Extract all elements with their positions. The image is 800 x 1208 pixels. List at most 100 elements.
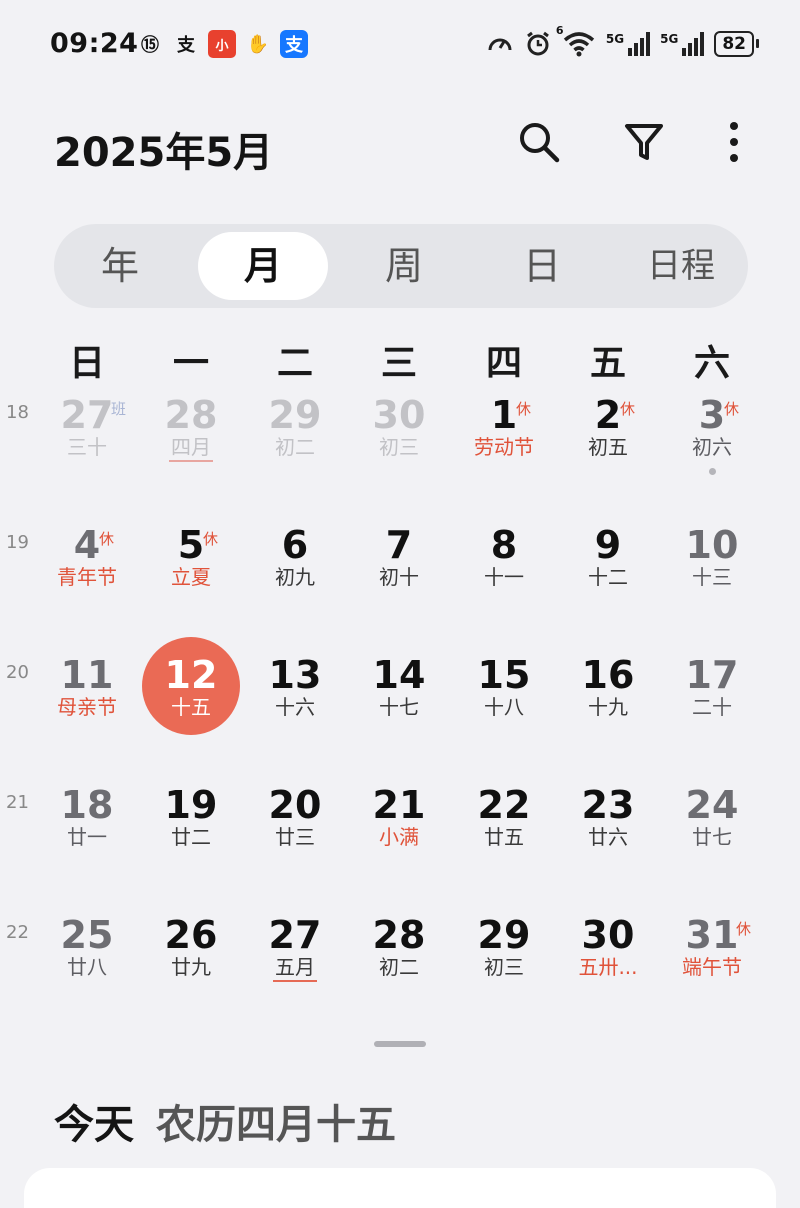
day-number: 5 [177, 523, 205, 567]
day-cell[interactable]: 30 初三 [349, 392, 449, 502]
day-cell[interactable]: 8 十一 [454, 522, 554, 632]
day-cell[interactable]: 28 初二 [349, 912, 449, 1022]
lunar-date: 初三 [379, 435, 419, 459]
tab-week[interactable]: 周 [352, 232, 456, 300]
weekday-label: 四 [485, 343, 522, 384]
day-cell[interactable]: 25 廿八 [37, 912, 137, 1022]
festival-label: 母亲节 [57, 695, 117, 719]
signal-1: 5G [606, 32, 651, 56]
day-number: 10 [685, 523, 739, 567]
day-cell[interactable]: 17 二十 [662, 652, 762, 762]
weekday-label: 五 [589, 343, 626, 384]
day-cell[interactable]: 18 廿一 [37, 782, 137, 892]
day-number: 26 [164, 913, 218, 957]
festival-label: 端午节 [682, 955, 742, 979]
lunar-date: 初十 [379, 565, 419, 589]
day-cell[interactable]: 28 四月 [141, 392, 241, 502]
day-cell[interactable]: 3 初六 休 [662, 392, 762, 502]
day-number: 24 [685, 783, 739, 827]
data-saver-icon: ⑮ [141, 35, 159, 56]
day-number: 11 [60, 653, 114, 697]
day-cell[interactable]: 30 五卅... [558, 912, 658, 1022]
notification-icons: ⑮ 支 小 ✋ 支 [136, 30, 308, 58]
weekday-label: 二 [276, 343, 313, 384]
day-number: 25 [60, 913, 114, 957]
day-number: 30 [372, 393, 426, 437]
day-number: 28 [164, 393, 218, 437]
battery-indicator: 82 [714, 31, 759, 57]
day-number: 7 [385, 523, 413, 567]
week-number: 18 [6, 402, 29, 423]
day-number: 21 [372, 783, 426, 827]
day-cell[interactable]: 24 廿七 [662, 782, 762, 892]
alarm-icon [527, 31, 549, 56]
holiday-badge: 休 [724, 400, 740, 418]
lunar-date: 十六 [275, 695, 315, 719]
weekday-label: 三 [380, 343, 417, 384]
day-cell[interactable]: 19 廿二 [141, 782, 241, 892]
day-cell[interactable]: 13 十六 [245, 652, 345, 762]
festival-label: 劳动节 [474, 435, 534, 459]
alipay-blue-icon: 支 [280, 30, 308, 58]
status-bar: 09:24 ⑮ 支 小 ✋ 支 6 5G 5G 82 [0, 0, 800, 90]
day-number: 8 [490, 523, 518, 567]
tab-day[interactable]: 日 [490, 232, 594, 300]
lunar-date: 廿八 [67, 955, 107, 979]
hand-icon: ✋ [246, 33, 270, 55]
lunar-date: 初九 [275, 565, 315, 589]
lunar-date: 十三 [692, 565, 732, 589]
day-number: 15 [477, 653, 531, 697]
day-cell[interactable]: 15 十八 [454, 652, 554, 762]
day-cell[interactable]: 16 十九 [558, 652, 658, 762]
day-cell[interactable]: 6 初九 [245, 522, 345, 632]
day-cell[interactable]: 29 初三 [454, 912, 554, 1022]
day-number: 27 [268, 913, 322, 957]
filter-button[interactable] [616, 114, 672, 170]
day-cell[interactable]: 26 廿九 [141, 912, 241, 1022]
lunar-date: 初二 [275, 435, 315, 459]
day-cell[interactable]: 1 劳动节 休 [454, 392, 554, 502]
lunar-date: 廿五 [484, 825, 524, 849]
lunar-date: 十九 [588, 695, 628, 719]
day-number: 2 [594, 393, 622, 437]
day-cell[interactable]: 2 初五 休 [558, 392, 658, 502]
day-cell[interactable]: 14 十七 [349, 652, 449, 762]
tab-year[interactable]: 年 [68, 232, 172, 300]
day-cell[interactable]: 27 三十班 [37, 392, 137, 502]
day-cell[interactable]: 7 初十 [349, 522, 449, 632]
wifi-badge: 6 [555, 24, 564, 37]
month-start-underline [273, 980, 317, 982]
search-button[interactable] [511, 114, 567, 170]
month-title[interactable]: 2025年5月 [54, 120, 273, 178]
day-cell[interactable]: 29 初二 [245, 392, 345, 502]
day-cell[interactable]: 21 小满 [349, 782, 449, 892]
day-cell[interactable]: 5 立夏 休 [141, 522, 241, 632]
day-cell[interactable]: 22 廿五 [454, 782, 554, 892]
lunar-date: 十七 [379, 695, 419, 719]
day-cell[interactable]: 11 母亲节 [37, 652, 137, 762]
day-cell[interactable]: 10 十三 [662, 522, 762, 632]
day-cell[interactable]: 27 五月 [245, 912, 345, 1022]
tab-month[interactable]: 月 [198, 232, 328, 300]
system-icons: 6 5G 5G 82 [486, 24, 759, 58]
day-number: 4 [73, 523, 101, 567]
day-cell-today[interactable]: 12 十五 [141, 652, 241, 762]
more-button[interactable] [706, 114, 762, 170]
day-cell[interactable]: 4 青年节 休 [37, 522, 137, 632]
drag-handle[interactable] [374, 1041, 426, 1047]
lunar-date: 廿六 [588, 825, 628, 849]
day-number: 17 [685, 653, 739, 697]
lunar-date: 三十 [67, 435, 107, 459]
tab-agenda[interactable]: 日程 [626, 232, 736, 300]
speedometer-icon [488, 38, 512, 51]
day-cell[interactable]: 31 端午节休 [662, 912, 762, 1022]
day-cell[interactable]: 9 十二 [558, 522, 658, 632]
day-cell[interactable]: 20 廿三 [245, 782, 345, 892]
lunar-date: 五月 [275, 955, 315, 979]
day-cell[interactable]: 23 廿六 [558, 782, 658, 892]
lunar-date: 十二 [588, 565, 628, 589]
lunar-date: 廿三 [275, 825, 315, 849]
day-number: 16 [581, 653, 635, 697]
weekday-label: 日 [68, 343, 105, 384]
day-number: 20 [268, 783, 322, 827]
